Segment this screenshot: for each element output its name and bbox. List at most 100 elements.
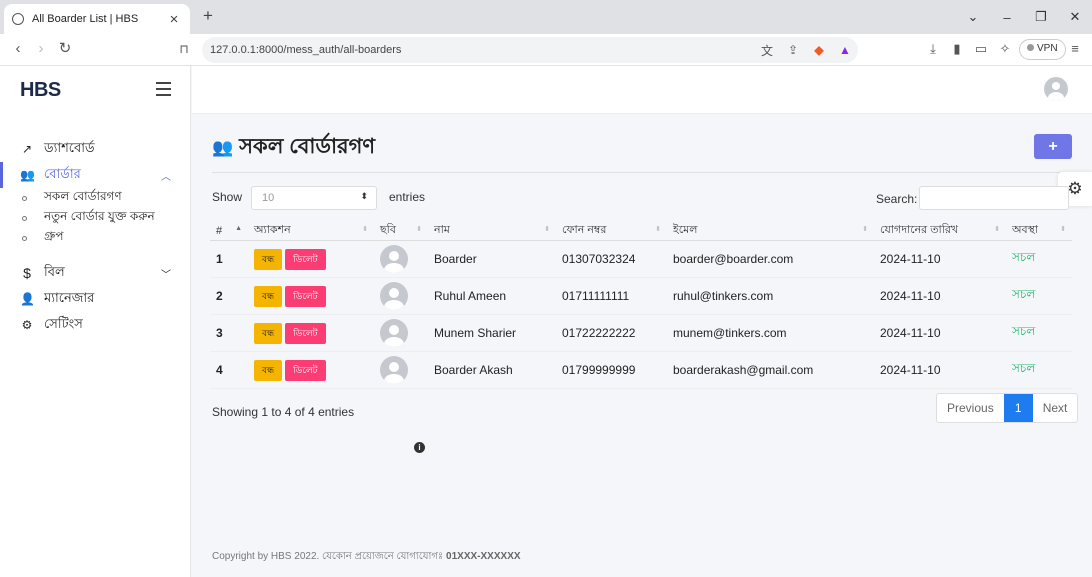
row-name: Ruhul Ameen bbox=[428, 277, 556, 315]
entries-label: entries bbox=[389, 190, 426, 204]
col-header-phone[interactable]: ফোন নম্বর ⬍ bbox=[556, 221, 667, 241]
avatar bbox=[380, 245, 408, 273]
divider bbox=[212, 172, 1072, 173]
previous-button[interactable]: Previous bbox=[937, 394, 1004, 422]
vpn-button[interactable]: VPN bbox=[1019, 39, 1066, 60]
disable-button[interactable]: বন্ধ bbox=[254, 322, 283, 344]
col-header-join-date[interactable]: যোগদানের তারিখ ⬍ bbox=[874, 221, 1006, 241]
boarders-table: # ▲ অ্যাকশন ⬍ ছবি ⬍ নাম ⬍ ফোন নম্বর ⬍ ইমেল ⬍ য… bbox=[210, 221, 1072, 389]
sidebar: HBS ↗ ড্যাশবোর্ড 👥 বোর্ডার ︿ সকল বোর্ডার… bbox=[0, 66, 191, 577]
search-input[interactable] bbox=[919, 186, 1069, 210]
browser-tab[interactable]: All Boarder List | HBS × bbox=[4, 4, 190, 34]
forward-icon[interactable]: › bbox=[33, 41, 49, 57]
col-header-email[interactable]: ইমেল ⬍ bbox=[667, 221, 874, 241]
leo-icon[interactable]: ✧ bbox=[996, 41, 1014, 57]
row-email: boarderakash@gmail.com bbox=[667, 351, 874, 389]
disable-button[interactable]: বন্ধ bbox=[254, 285, 283, 307]
sidebar-item-label: বিল bbox=[44, 263, 65, 279]
brave-shield-icon[interactable]: ◆ bbox=[806, 43, 832, 57]
page-size-select[interactable]: 10 ⬍ bbox=[251, 186, 377, 210]
submenu-add-boarder[interactable]: নতুন বোর্ডার যুক্ত করুন bbox=[0, 208, 191, 228]
vpn-label: VPN bbox=[1037, 43, 1058, 54]
table-row: 2 বন্ধ ডিলেট Ruhul Ameen 01711111111 ruhu… bbox=[210, 277, 1072, 315]
table-row: 4 বন্ধ ডিলেট Boarder Akash 01799999999 bo… bbox=[210, 351, 1072, 389]
submenu-group[interactable]: গ্রুপ bbox=[0, 228, 191, 248]
col-header-action[interactable]: অ্যাকশন ⬍ bbox=[248, 221, 374, 241]
brand-logo[interactable]: HBS bbox=[20, 79, 61, 102]
dollar-icon: $ bbox=[23, 265, 31, 281]
sidebar-toggle-icon[interactable]: ▮ bbox=[948, 41, 966, 57]
url-text[interactable]: 127.0.0.1:8000/mess_auth/all-boarders bbox=[210, 44, 754, 56]
share-icon[interactable]: ⇪ bbox=[780, 43, 806, 57]
sidebar-item-manager[interactable]: 👤 ম্যানেজার bbox=[0, 286, 191, 312]
col-header-index[interactable]: # ▲ bbox=[210, 221, 248, 241]
close-window-button[interactable]: ✕ bbox=[1058, 9, 1092, 25]
bookmark-icon[interactable]: ⊓ bbox=[176, 41, 192, 57]
download-icon[interactable]: ⤓ bbox=[924, 41, 942, 57]
page-1-button[interactable]: 1 bbox=[1003, 394, 1033, 422]
minimize-button[interactable]: – bbox=[990, 10, 1024, 25]
status-badge: সচল bbox=[1006, 277, 1072, 315]
col-header-status[interactable]: অবস্থা ⬍ bbox=[1006, 221, 1072, 241]
wallet-icon[interactable]: ▭ bbox=[972, 41, 990, 57]
delete-button[interactable]: ডিলেট bbox=[285, 285, 326, 307]
status-badge: সচল bbox=[1006, 351, 1072, 389]
submenu-all-boarders[interactable]: সকল বোর্ডারগণ bbox=[0, 188, 191, 208]
sidebar-item-bill[interactable]: $ বিল ﹀ bbox=[0, 260, 191, 286]
row-name: Boarder bbox=[428, 240, 556, 278]
row-index: 2 bbox=[210, 277, 248, 315]
avatar bbox=[380, 356, 408, 384]
chevron-down-icon[interactable]: ⌄ bbox=[956, 9, 990, 25]
brave-rewards-icon[interactable]: ▲ bbox=[832, 43, 858, 57]
footer: Copyright by HBS 2022. যেকোন প্রয়োজনে য… bbox=[212, 549, 521, 566]
sidebar-item-boarder[interactable]: 👥 বোর্ডার ︿ bbox=[0, 162, 191, 188]
disable-button[interactable]: বন্ধ bbox=[254, 359, 283, 381]
row-index: 1 bbox=[210, 240, 248, 278]
sort-icon: ⬍ bbox=[862, 226, 868, 233]
bullet-icon bbox=[22, 215, 27, 221]
sidebar-item-label: সেটিংস bbox=[44, 315, 83, 331]
user-avatar[interactable] bbox=[1044, 77, 1068, 101]
sidebar-item-label: বোর্ডার bbox=[44, 165, 81, 181]
next-button[interactable]: Next bbox=[1033, 394, 1078, 422]
gear-icon: ⚙ bbox=[21, 318, 33, 332]
hamburger-icon[interactable] bbox=[156, 82, 171, 100]
row-actions: বন্ধ ডিলেট bbox=[248, 351, 374, 389]
reload-icon[interactable]: ↻ bbox=[57, 41, 73, 57]
translate-icon[interactable]: 文 bbox=[754, 42, 780, 59]
sidebar-item-dashboard[interactable]: ↗ ড্যাশবোর্ড bbox=[0, 136, 191, 162]
row-name: Munem Sharier bbox=[428, 314, 556, 352]
status-badge: সচল bbox=[1006, 240, 1072, 278]
show-label: Show bbox=[212, 190, 243, 204]
top-header bbox=[192, 66, 1092, 114]
sidebar-item-settings[interactable]: ⚙ সেটিংস bbox=[0, 312, 191, 338]
avatar bbox=[380, 282, 408, 310]
row-join-date: 2024-11-10 bbox=[874, 314, 1006, 352]
sort-icon: ▲ bbox=[235, 225, 242, 232]
table-header-row: # ▲ অ্যাকশন ⬍ ছবি ⬍ নাম ⬍ ফোন নম্বর ⬍ ইমেল ⬍ য… bbox=[210, 221, 1072, 241]
site-info-icon[interactable]: i bbox=[414, 442, 425, 453]
row-join-date: 2024-11-10 bbox=[874, 277, 1006, 315]
delete-button[interactable]: ডিলেট bbox=[285, 359, 326, 381]
row-index: 3 bbox=[210, 314, 248, 352]
user-check-icon: 👤 bbox=[20, 292, 35, 306]
row-actions: বন্ধ ডিলেট bbox=[248, 240, 374, 278]
menu-icon[interactable]: ≡ bbox=[1066, 41, 1084, 56]
back-icon[interactable]: ‹ bbox=[10, 41, 26, 57]
new-tab-button[interactable]: + bbox=[200, 6, 216, 26]
delete-button[interactable]: ডিলেট bbox=[285, 322, 326, 344]
close-tab-icon[interactable]: × bbox=[166, 11, 182, 28]
bullet-icon bbox=[22, 235, 27, 241]
row-photo bbox=[374, 277, 428, 315]
row-actions: বন্ধ ডিলেট bbox=[248, 277, 374, 315]
row-email: boarder@boarder.com bbox=[667, 240, 874, 278]
omnibox[interactable]: i 127.0.0.1:8000/mess_auth/all-boarders … bbox=[202, 37, 858, 453]
restore-button[interactable]: ❐ bbox=[1024, 9, 1058, 25]
col-header-name[interactable]: নাম ⬍ bbox=[428, 221, 556, 241]
add-boarder-button[interactable]: + bbox=[1034, 134, 1072, 159]
col-header-photo[interactable]: ছবি ⬍ bbox=[374, 221, 428, 241]
disable-button[interactable]: বন্ধ bbox=[254, 248, 283, 270]
delete-button[interactable]: ডিলেট bbox=[285, 248, 326, 270]
globe-icon bbox=[12, 13, 24, 25]
sort-icon: ⬍ bbox=[1060, 226, 1066, 233]
